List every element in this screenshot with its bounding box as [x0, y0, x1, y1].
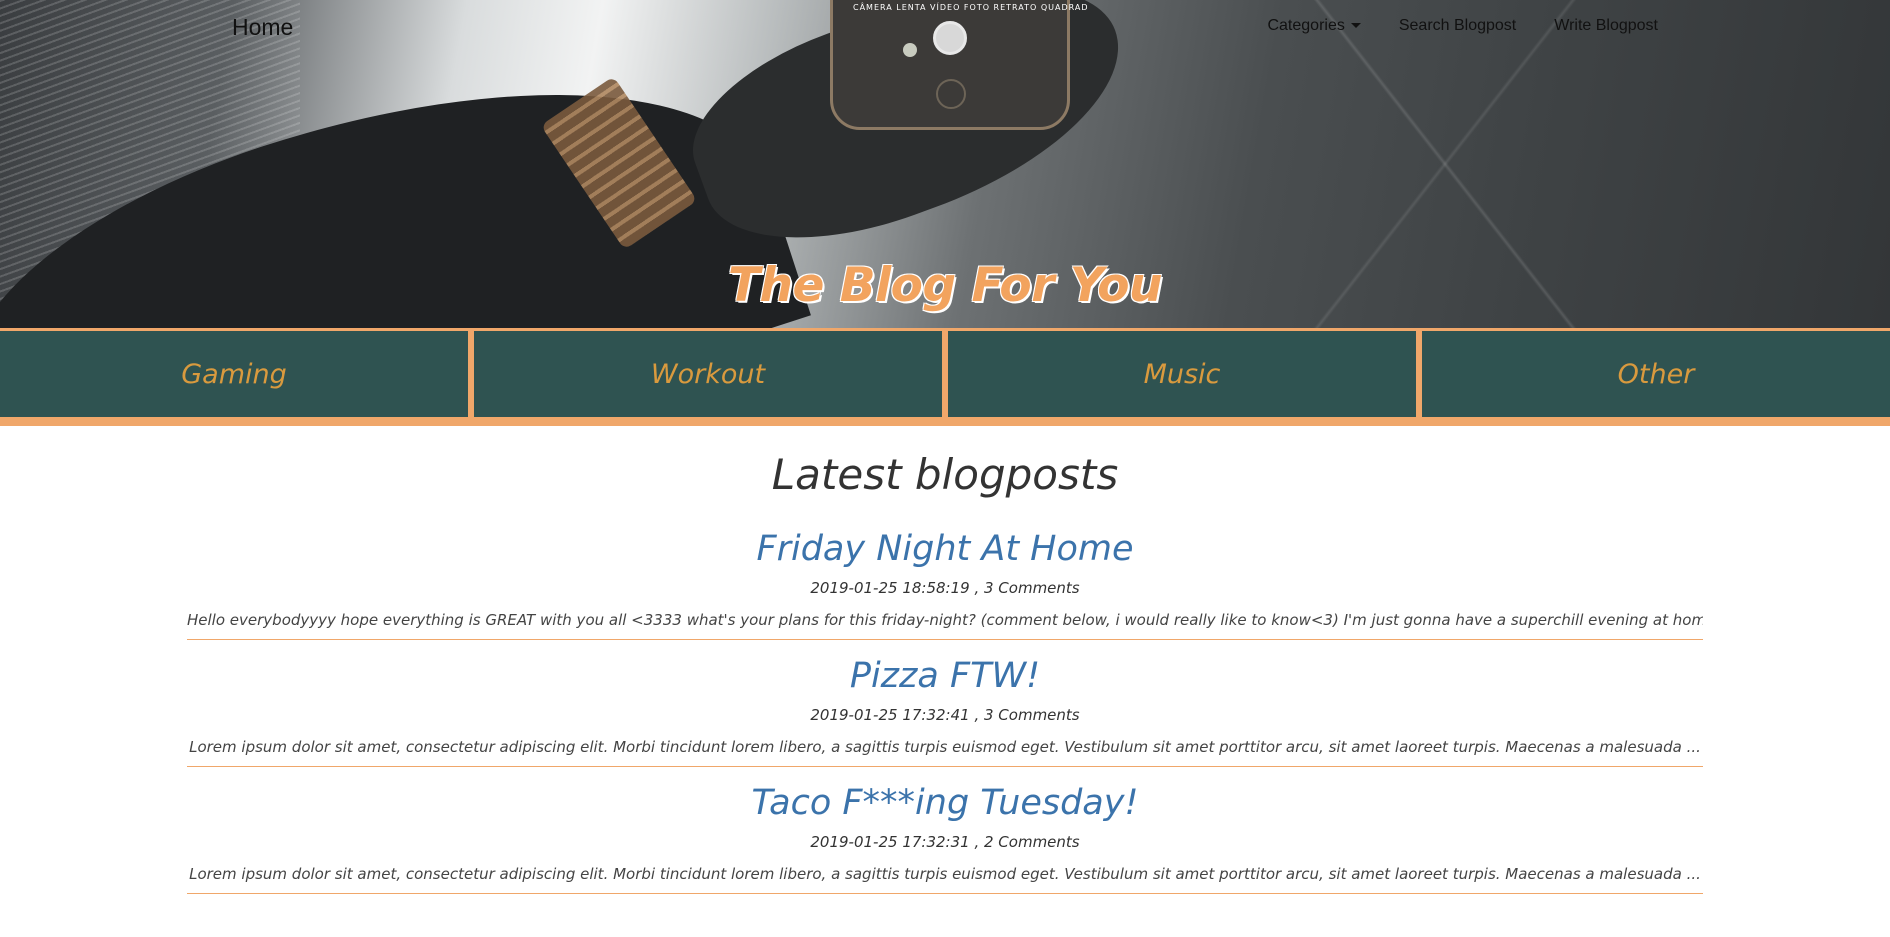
nav-right-menu: Categories Search Blogpost Write Blogpos… — [1267, 17, 1658, 35]
blogpost-item: Taco F***ing Tuesday! 2019-01-25 17:32:3… — [187, 781, 1703, 894]
blogpost-item: Friday Night At Home 2019-01-25 18:58:19… — [187, 527, 1703, 640]
category-workout[interactable]: Workout — [474, 331, 942, 417]
blogpost-meta: 2019-01-25 17:32:31 , 2 Comments — [810, 833, 1080, 851]
category-other[interactable]: Other — [1422, 331, 1890, 417]
blogpost-excerpt: Hello everybodyyyy hope everything is GR… — [187, 611, 1703, 629]
blogpost-title-link[interactable]: Pizza FTW! — [187, 654, 1703, 698]
nav-categories-dropdown[interactable]: Categories — [1267, 17, 1361, 35]
category-bar: Gaming Workout Music Other — [0, 328, 1890, 426]
blogpost-item: Pizza FTW! 2019-01-25 17:32:41 , 3 Comme… — [187, 654, 1703, 767]
top-navbar: Home Categories Search Blogpost Write Bl… — [0, 0, 1890, 58]
blogpost-meta: 2019-01-25 18:58:19 , 3 Comments — [810, 579, 1080, 597]
nav-write-blogpost-link[interactable]: Write Blogpost — [1554, 17, 1658, 35]
nav-search-blogpost-link[interactable]: Search Blogpost — [1399, 17, 1516, 35]
blogpost-excerpt: Lorem ipsum dolor sit amet, consectetur … — [189, 865, 1701, 883]
nav-home-link[interactable]: Home — [232, 14, 293, 41]
hero-banner: CÂMERA LENTA VÍDEO FOTO RETRATO QUADRAD … — [0, 0, 1890, 328]
blogpost-excerpt: Lorem ipsum dolor sit amet, consectetur … — [189, 738, 1701, 756]
blogpost-title-link[interactable]: Friday Night At Home — [187, 527, 1703, 571]
category-gaming[interactable]: Gaming — [0, 331, 468, 417]
caret-down-icon — [1350, 23, 1361, 29]
category-music[interactable]: Music — [948, 331, 1416, 417]
nav-categories-label: Categories — [1267, 17, 1345, 34]
site-title: The Blog For You — [727, 258, 1163, 313]
blogpost-meta: 2019-01-25 17:32:41 , 3 Comments — [810, 706, 1080, 724]
main-content: Latest blogposts Friday Night At Home 20… — [0, 450, 1890, 894]
latest-blogposts-heading: Latest blogposts — [771, 450, 1119, 499]
phone-home-button-icon — [936, 79, 966, 109]
blogpost-title-link[interactable]: Taco F***ing Tuesday! — [187, 781, 1703, 825]
